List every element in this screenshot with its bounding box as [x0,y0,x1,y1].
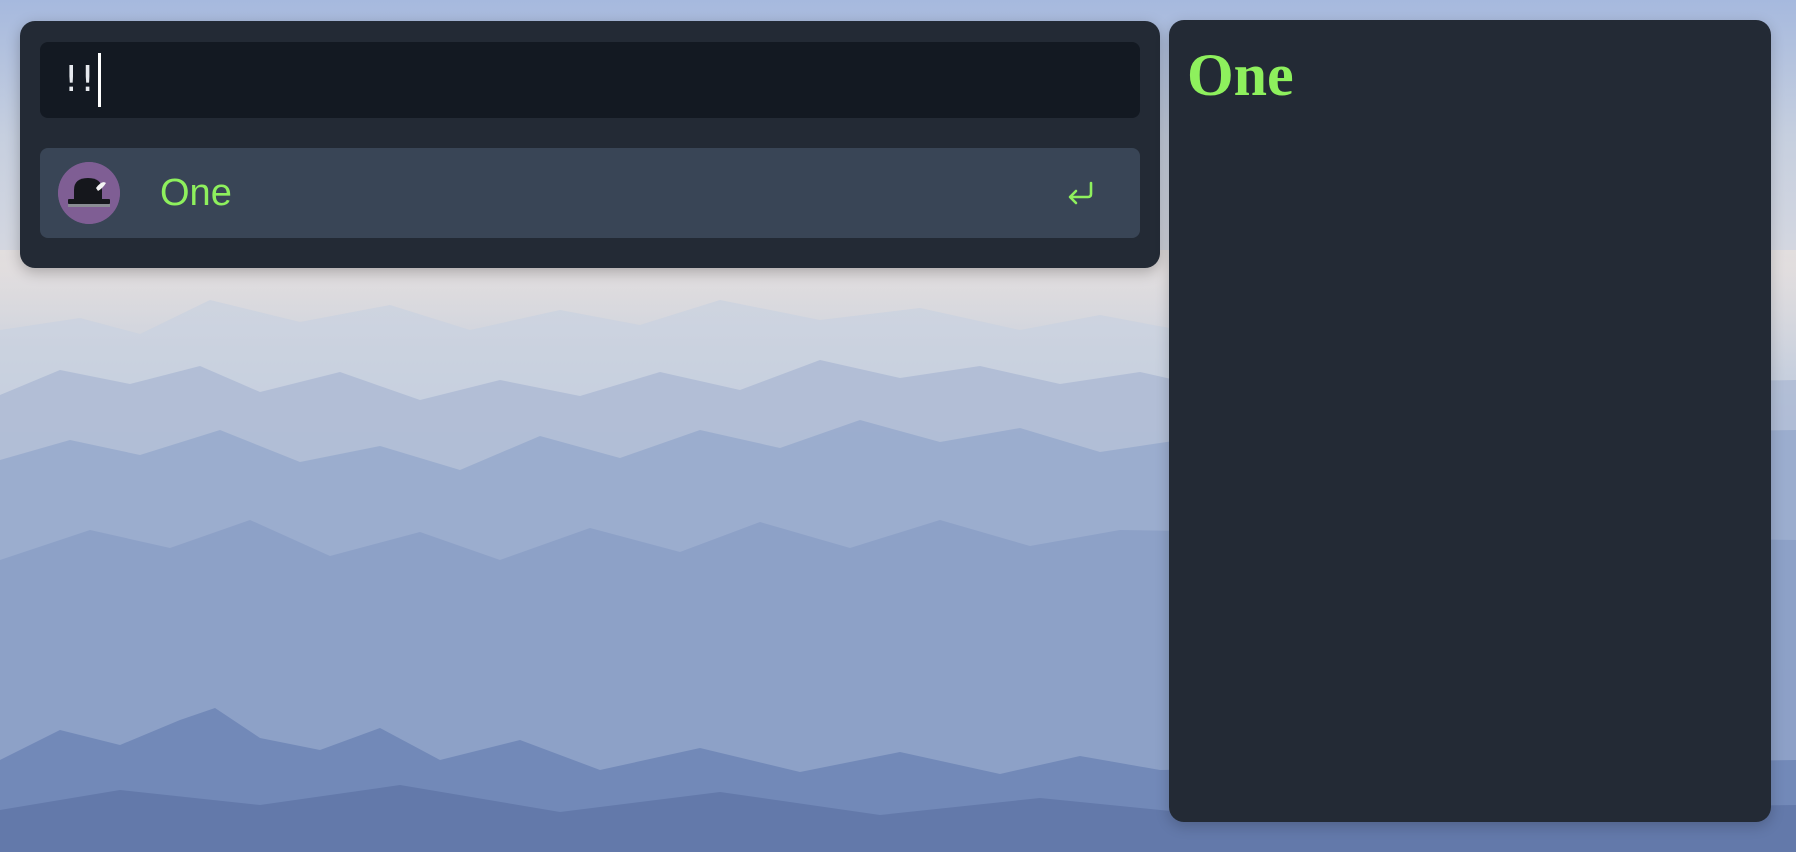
result-item-selected[interactable]: One [40,148,1140,238]
search-query: !! [64,59,97,100]
text-caret [97,53,101,107]
search-input[interactable]: !! [40,42,1140,118]
hat-avatar-icon [58,162,120,224]
preview-heading: One [1187,42,1294,108]
result-label: One [160,172,232,214]
enter-return-icon [1066,180,1094,206]
preview-panel: One [1169,20,1771,822]
launcher-window: !! One [20,21,1160,268]
desktop: !! One One [0,0,1796,852]
